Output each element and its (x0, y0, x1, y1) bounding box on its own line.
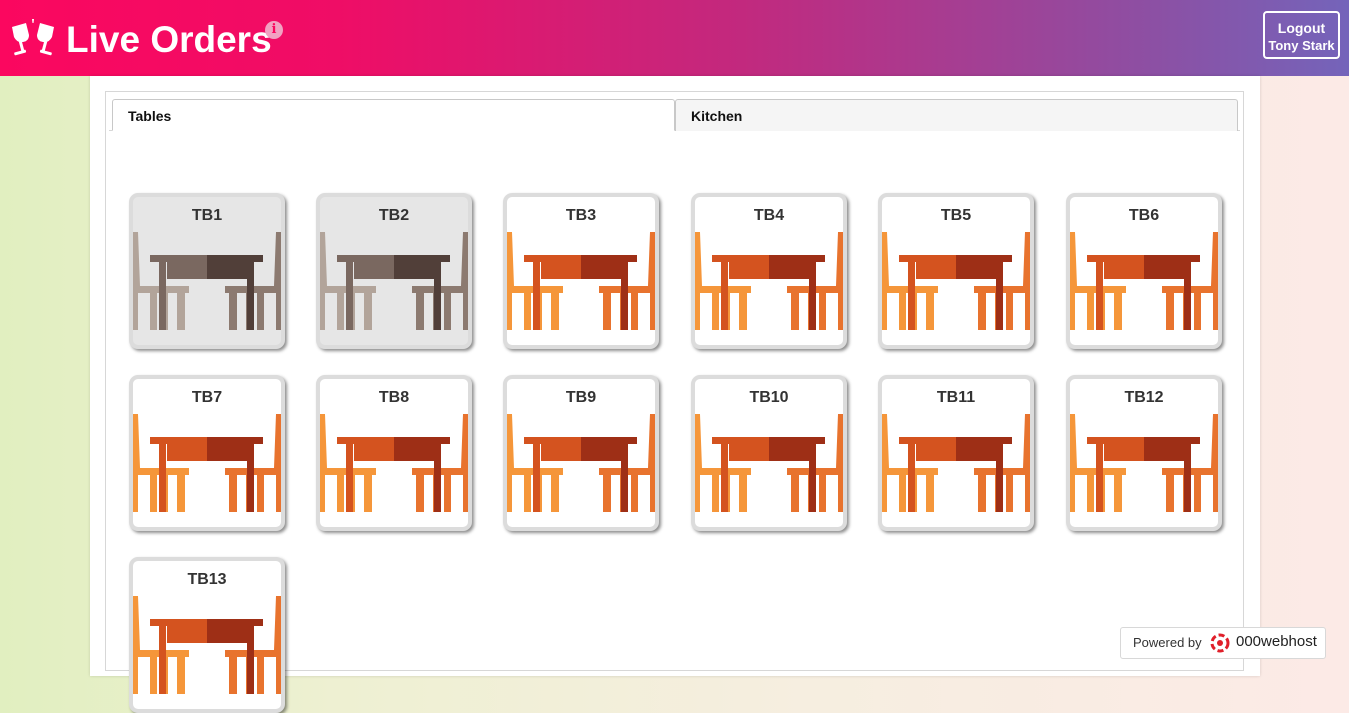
table-label: TB7 (191, 389, 223, 406)
page-title: Live Orders (66, 19, 272, 60)
logout-label: Logout (1277, 20, 1326, 36)
powered-by-label: Powered by (1133, 635, 1202, 650)
dining-table-icon (882, 232, 1030, 330)
table-tile[interactable]: TB11 (878, 375, 1034, 531)
table-tile[interactable]: TB8 (316, 375, 472, 531)
table-tile[interactable]: TB6 (1066, 193, 1222, 349)
table-tile[interactable]: TB2 (316, 193, 472, 349)
table-label: TB9 (565, 389, 597, 406)
table-tile[interactable]: TB10 (691, 375, 847, 531)
table-label: TB2 (378, 207, 410, 224)
dining-table-icon (320, 414, 468, 512)
dining-table-icon (320, 232, 468, 330)
tab-tables[interactable]: Tables (112, 99, 675, 131)
tab-kitchen[interactable]: Kitchen (675, 99, 1238, 131)
powered-by-badge[interactable]: Powered by 000webhost (1120, 627, 1326, 659)
000webhost-logo-icon (1210, 633, 1230, 653)
table-label: TB3 (565, 207, 597, 224)
dining-table-icon (1070, 414, 1218, 512)
table-label: TB10 (749, 389, 789, 406)
table-label: TB8 (378, 389, 410, 406)
table-tile[interactable]: TB3 (503, 193, 659, 349)
dining-table-icon (507, 232, 655, 330)
dining-table-icon (1070, 232, 1218, 330)
table-tile[interactable]: TB4 (691, 193, 847, 349)
user-name: Tony Stark (1268, 38, 1335, 53)
table-label: TB6 (1128, 207, 1160, 224)
table-label: TB4 (753, 207, 785, 224)
table-tile[interactable]: TB7 (129, 375, 285, 531)
dining-table-icon (133, 596, 281, 694)
table-tile[interactable]: TB13 (129, 557, 285, 713)
table-label: TB12 (1124, 389, 1164, 406)
dining-table-icon (507, 414, 655, 512)
dining-table-icon (133, 414, 281, 512)
table-label: TB5 (940, 207, 972, 224)
info-icon[interactable]: i (265, 21, 283, 39)
dining-table-icon (695, 414, 843, 512)
table-label: TB1 (191, 207, 223, 224)
table-label: TB11 (936, 389, 976, 406)
table-label: TB13 (187, 571, 227, 588)
dining-table-icon (882, 414, 1030, 512)
table-tile[interactable]: TB12 (1066, 375, 1222, 531)
table-tile[interactable]: TB5 (878, 193, 1034, 349)
cheers-glasses-icon (12, 19, 54, 56)
dining-table-icon (133, 232, 281, 330)
table-tile[interactable]: TB9 (503, 375, 659, 531)
app-header: Live Orders i Logout Tony Stark (0, 0, 1349, 76)
table-tile[interactable]: TB1 (129, 193, 285, 349)
logout-button[interactable]: Logout Tony Stark (1263, 11, 1340, 59)
host-name: 000webhost (1236, 633, 1317, 650)
tab-bar: Tables Kitchen (109, 95, 1240, 131)
dining-table-icon (695, 232, 843, 330)
